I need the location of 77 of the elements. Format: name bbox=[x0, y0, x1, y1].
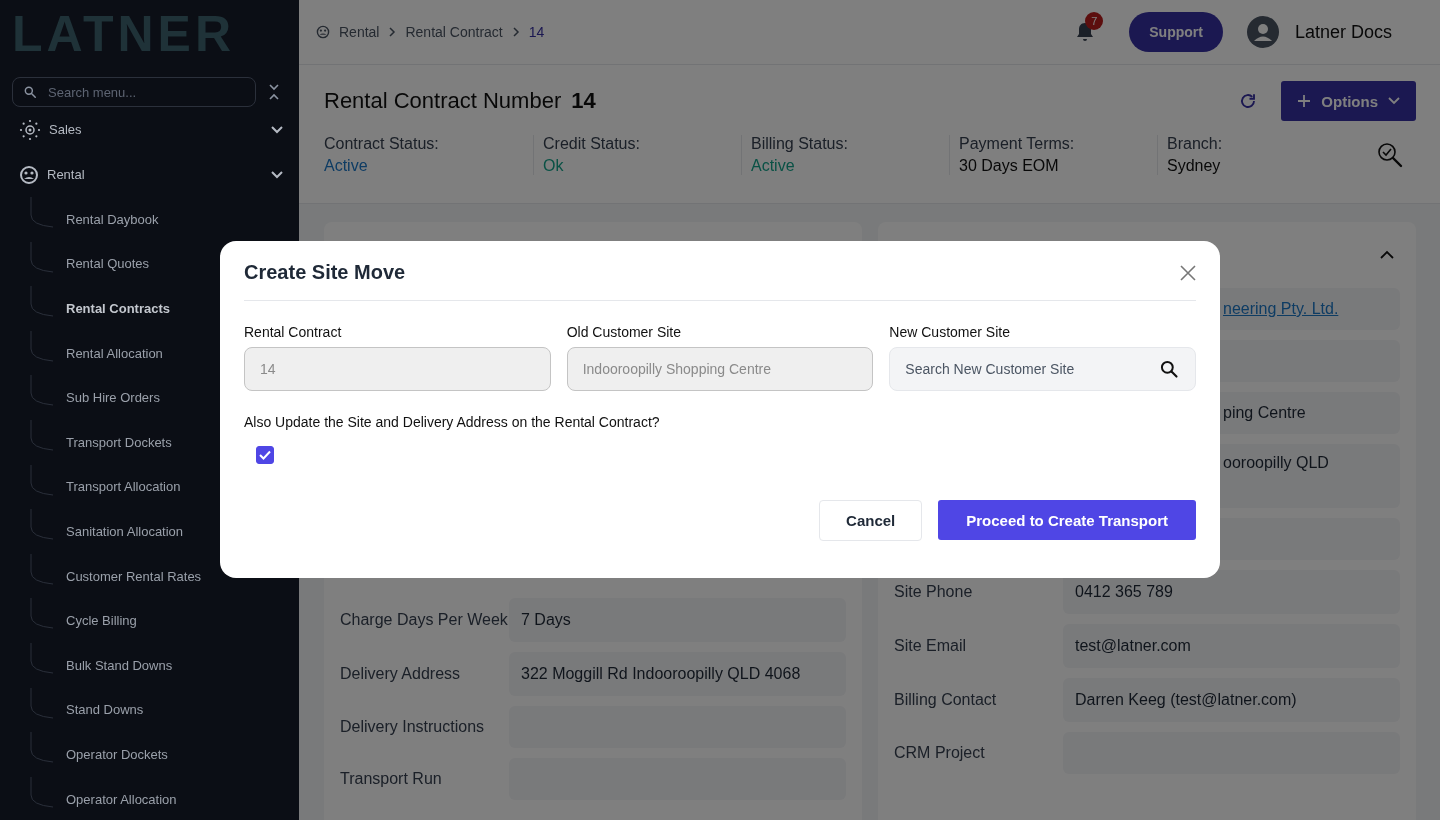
question-text: Also Update the Site and Delivery Address on the Rental Contract? bbox=[244, 414, 661, 430]
refresh-icon[interactable] bbox=[1239, 92, 1258, 110]
field-label: CRM Project bbox=[894, 744, 986, 762]
field-label: Site Email bbox=[894, 637, 968, 655]
chevron-down-icon bbox=[1388, 97, 1400, 105]
field-value: ping Centre bbox=[1223, 404, 1306, 422]
face-icon bbox=[19, 164, 39, 185]
menu-search-field[interactable]: Search menu... bbox=[12, 77, 256, 107]
search-icon bbox=[23, 85, 37, 99]
close-icon[interactable] bbox=[1180, 264, 1196, 281]
avatar-icon[interactable] bbox=[1246, 16, 1279, 48]
nav-subitem[interactable]: Bulk Stand Downs bbox=[66, 657, 173, 673]
field-label: Rental Contract bbox=[244, 324, 343, 340]
magnifier-check-icon[interactable] bbox=[1376, 141, 1404, 169]
chevron-right-icon bbox=[388, 27, 397, 37]
nav-subitem[interactable]: Rental Allocation bbox=[66, 345, 163, 361]
status-value: Ok bbox=[543, 157, 565, 175]
nav-subitem[interactable]: Operator Dockets bbox=[66, 746, 168, 762]
options-button[interactable]: Options bbox=[1281, 81, 1416, 121]
status-label: Payment Terms: bbox=[959, 135, 1076, 153]
nav-subitem[interactable]: Transport Dockets bbox=[66, 434, 172, 450]
chevron-up-icon[interactable] bbox=[1380, 249, 1394, 259]
face-icon bbox=[316, 25, 330, 39]
field-label: New Customer Site bbox=[889, 324, 1011, 340]
chevron-down-icon bbox=[271, 125, 283, 134]
status-label: Contract Status: bbox=[324, 135, 440, 153]
plus-icon bbox=[1297, 94, 1312, 108]
breadcrumb-link[interactable]: Rental Contract bbox=[405, 24, 503, 40]
nav-subitem[interactable]: Operator Allocation bbox=[66, 791, 177, 807]
support-button[interactable]: Support bbox=[1129, 12, 1223, 52]
nav-subitem[interactable]: Stand Downs bbox=[66, 702, 144, 718]
search-field[interactable]: Search New Customer Site bbox=[889, 347, 1196, 391]
field-label: Charge Days Per Week bbox=[340, 611, 509, 629]
status-label: Branch: bbox=[1167, 135, 1224, 153]
chevron-down-icon bbox=[271, 170, 283, 179]
nav-subitem[interactable]: Rental Contracts bbox=[66, 301, 171, 316]
nav-subitem[interactable]: Transport Allocation bbox=[66, 479, 181, 495]
cancel-button[interactable]: Cancel bbox=[819, 500, 923, 541]
status-value: Active bbox=[324, 157, 369, 175]
field-value: 7 Days bbox=[509, 598, 846, 642]
nav-subitem[interactable]: Customer Rental Rates bbox=[66, 568, 202, 584]
status-value: Sydney bbox=[1167, 157, 1222, 175]
collapse-icon[interactable] bbox=[268, 83, 280, 101]
nav-subitem[interactable]: Cycle Billing bbox=[66, 613, 137, 629]
notification-badge: 7 bbox=[1085, 12, 1104, 30]
contract-number: 14 bbox=[571, 88, 596, 114]
search-icon bbox=[1159, 359, 1179, 379]
status-label: Billing Status: bbox=[751, 135, 849, 153]
field-value: test@latner.com bbox=[1063, 624, 1400, 668]
breadcrumb-link[interactable]: 14 bbox=[528, 24, 545, 40]
field-value: ooroopilly QLD bbox=[1223, 454, 1329, 472]
nav-item[interactable]: Rental bbox=[12, 152, 285, 197]
field-label: Delivery Address bbox=[340, 665, 462, 683]
user-name[interactable]: Latner Docs bbox=[1294, 21, 1392, 43]
field-label: Old Customer Site bbox=[566, 324, 683, 340]
status-value: Active bbox=[751, 157, 796, 175]
nav-subitem[interactable]: Rental Daybook bbox=[66, 211, 159, 227]
breadcrumb-link[interactable]: Rental bbox=[339, 24, 380, 40]
field-value: 0412 365 789 bbox=[1063, 570, 1400, 614]
chevron-right-icon bbox=[511, 27, 520, 37]
status-label: Credit Status: bbox=[543, 135, 641, 153]
status-value: 30 Days EOM bbox=[959, 157, 1060, 175]
page-title: Rental Contract Number bbox=[324, 88, 562, 114]
field-value: Darren Keeg (test@latner.com) bbox=[1063, 678, 1400, 722]
field-label: Transport Run bbox=[340, 770, 443, 788]
dialog-title: Create Site Move bbox=[244, 261, 406, 284]
sun-icon bbox=[19, 118, 41, 141]
field-label: Delivery Instructions bbox=[340, 718, 486, 736]
field-label: Site Phone bbox=[894, 583, 974, 601]
field-value: 322 Moggill Rd Indooroopilly QLD 4068 bbox=[509, 652, 846, 696]
checkbox[interactable] bbox=[256, 446, 274, 464]
field-label: Billing Contact bbox=[894, 691, 998, 709]
nav-subitem[interactable]: Sanitation Allocation bbox=[66, 523, 184, 539]
nav-subitem[interactable]: Sub Hire Orders bbox=[66, 390, 160, 406]
nav-item[interactable]: Sales bbox=[12, 107, 285, 152]
proceed-button[interactable]: Proceed to Create Transport bbox=[938, 500, 1196, 540]
nav-subitem[interactable]: Rental Quotes bbox=[66, 256, 150, 272]
